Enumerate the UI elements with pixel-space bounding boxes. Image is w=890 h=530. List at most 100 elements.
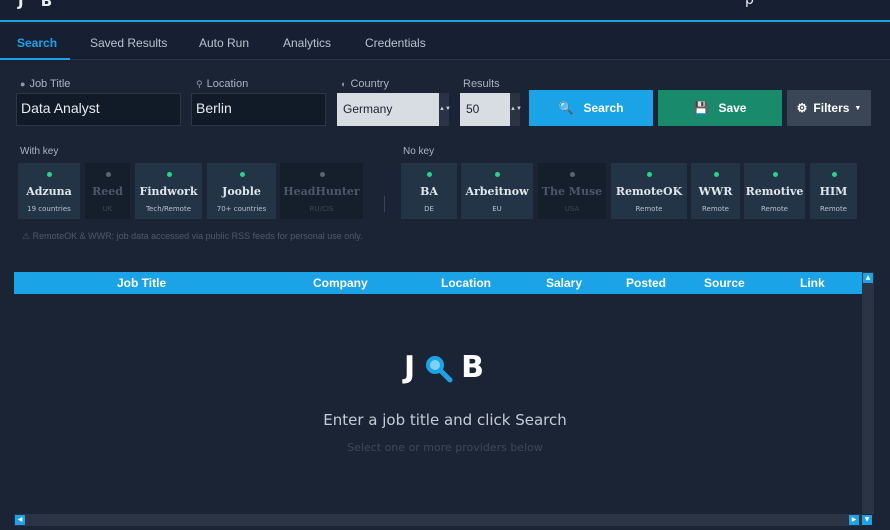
provider-wwr[interactable]: WWR Remote <box>691 163 740 219</box>
provider-name: The Muse <box>541 185 603 198</box>
with-key-label: With key <box>20 146 59 157</box>
provider-arbeitnow[interactable]: Arbeitnow EU <box>461 163 533 219</box>
job-title-label: ● Job Title <box>20 78 71 90</box>
provider-region: RU/CIS <box>309 205 334 213</box>
magnifier-icon <box>423 353 453 383</box>
provider-adzuna[interactable]: Adzuna 19 countries <box>18 163 80 219</box>
header-glyph: p <box>745 0 754 8</box>
app-logo: J B <box>18 0 59 10</box>
provider-region: EU <box>492 205 502 213</box>
location-input[interactable]: Berlin <box>191 93 326 126</box>
provider-name: Findwork <box>139 185 198 198</box>
status-dot <box>713 172 719 177</box>
status-dot <box>427 172 432 177</box>
provider-him[interactable]: HIM Remote <box>810 163 857 219</box>
provider-headhunter[interactable]: HeadHunter RU/CIS <box>280 163 363 219</box>
table-header: Job Title Company Location Salary Posted… <box>14 272 862 294</box>
provider-region: 19 countries <box>27 205 71 213</box>
status-dot <box>105 172 111 177</box>
column-header-source[interactable]: Source <box>704 276 745 290</box>
provider-name: HIM <box>819 185 848 198</box>
filters-button[interactable]: ⚙ Filters ▼ <box>787 90 871 126</box>
scroll-right-icon[interactable]: ▶ <box>849 515 859 525</box>
provider-name: Jooble <box>222 185 261 198</box>
provider-name: WWR <box>698 185 733 198</box>
title-bar <box>0 0 890 22</box>
column-header-company[interactable]: Company <box>313 276 368 290</box>
provider-region: 70+ countries <box>216 205 267 213</box>
column-header-link[interactable]: Link <box>800 276 825 290</box>
country-label: ◐ Country <box>341 78 389 90</box>
save-icon: 💾 <box>693 101 709 115</box>
provider-name: Adzuna <box>26 185 72 198</box>
save-button[interactable]: 💾 Save <box>658 90 782 126</box>
provider-remoteok[interactable]: RemoteOK Remote <box>611 163 687 219</box>
results-label: Results <box>463 78 500 90</box>
provider-reed[interactable]: Reed UK <box>85 163 130 219</box>
status-dot <box>831 172 837 177</box>
provider-jooble[interactable]: Jooble 70+ countries <box>207 163 276 219</box>
scroll-down-icon[interactable]: ▼ <box>862 515 872 525</box>
status-dot <box>239 172 245 177</box>
status-dot <box>495 172 500 177</box>
active-tab-indicator <box>0 58 70 60</box>
provider-region: Remote <box>701 205 729 213</box>
provider-region: DE <box>424 205 434 213</box>
tab-auto-run[interactable]: Auto Run <box>199 36 249 50</box>
scroll-corner: ▶ ▼ <box>848 514 874 526</box>
empty-state-subtitle: Select one or more providers below <box>347 441 543 454</box>
tab-search[interactable]: Search <box>17 36 57 50</box>
provider-region: USA <box>564 205 580 213</box>
provider-the-muse[interactable]: The Muse USA <box>538 163 606 219</box>
job-title-input[interactable]: Data Analyst <box>16 93 181 126</box>
country-value: Germany <box>343 102 393 116</box>
search-icon: ● <box>20 79 26 89</box>
provider-name: Remotive <box>745 185 804 198</box>
column-header-job-title[interactable]: Job Title <box>117 276 166 290</box>
scroll-left-icon[interactable]: ◀ <box>15 515 25 525</box>
column-header-location[interactable]: Location <box>441 276 491 290</box>
tab-credentials[interactable]: Credentials <box>365 36 426 50</box>
results-spinbox[interactable]: 50 ▲▼ <box>460 93 522 126</box>
horizontal-scrollbar[interactable]: ◀ <box>14 514 862 526</box>
search-icon: 🔍 <box>558 101 574 115</box>
results-value: 50 <box>466 102 480 116</box>
vertical-scrollbar[interactable]: ▲ <box>862 272 874 514</box>
provider-region: Remote <box>635 205 663 213</box>
provider-region: Remote <box>760 205 788 213</box>
chevron-updown-icon: ▲▼ <box>439 93 451 126</box>
spin-arrows-icon: ▲▼ <box>510 93 522 126</box>
rss-notice: ⚠ RemoteOK & WWR: job data accessed via … <box>22 231 363 241</box>
chevron-down-icon: ▼ <box>854 104 862 112</box>
provider-name: BA <box>420 185 438 198</box>
status-dot <box>47 172 52 177</box>
column-header-salary[interactable]: Salary <box>546 276 582 290</box>
status-dot <box>570 172 575 177</box>
provider-region: Remote <box>819 205 847 213</box>
pin-icon: ⚲ <box>196 79 203 89</box>
country-select[interactable]: Germany ▲▼ <box>337 93 451 126</box>
provider-name: Reed <box>92 185 123 198</box>
column-header-posted[interactable]: Posted <box>626 276 666 290</box>
empty-state-title: Enter a job title and click Search <box>323 411 567 429</box>
scroll-up-icon[interactable]: ▲ <box>863 273 873 283</box>
status-dot <box>319 172 325 177</box>
results-table <box>14 272 862 514</box>
provider-name: RemoteOK <box>615 185 683 198</box>
empty-state-logo: J B <box>404 350 485 385</box>
group-separator <box>384 196 385 212</box>
provider-remotive[interactable]: Remotive Remote <box>744 163 805 219</box>
globe-icon: ◐ <box>341 79 347 89</box>
location-label: ⚲ Location <box>196 78 249 90</box>
status-dot <box>166 172 172 177</box>
tab-analytics[interactable]: Analytics <box>283 36 331 50</box>
provider-ba[interactable]: BA DE <box>401 163 457 219</box>
search-button[interactable]: 🔍 Search <box>529 90 653 126</box>
gear-icon: ⚙ <box>796 101 808 115</box>
status-dot <box>772 172 778 177</box>
tab-saved-results[interactable]: Saved Results <box>90 36 167 50</box>
no-key-label: No key <box>403 146 435 157</box>
provider-findwork[interactable]: Findwork Tech/Remote <box>135 163 202 219</box>
status-dot <box>647 172 652 177</box>
provider-name: HeadHunter <box>283 185 360 198</box>
